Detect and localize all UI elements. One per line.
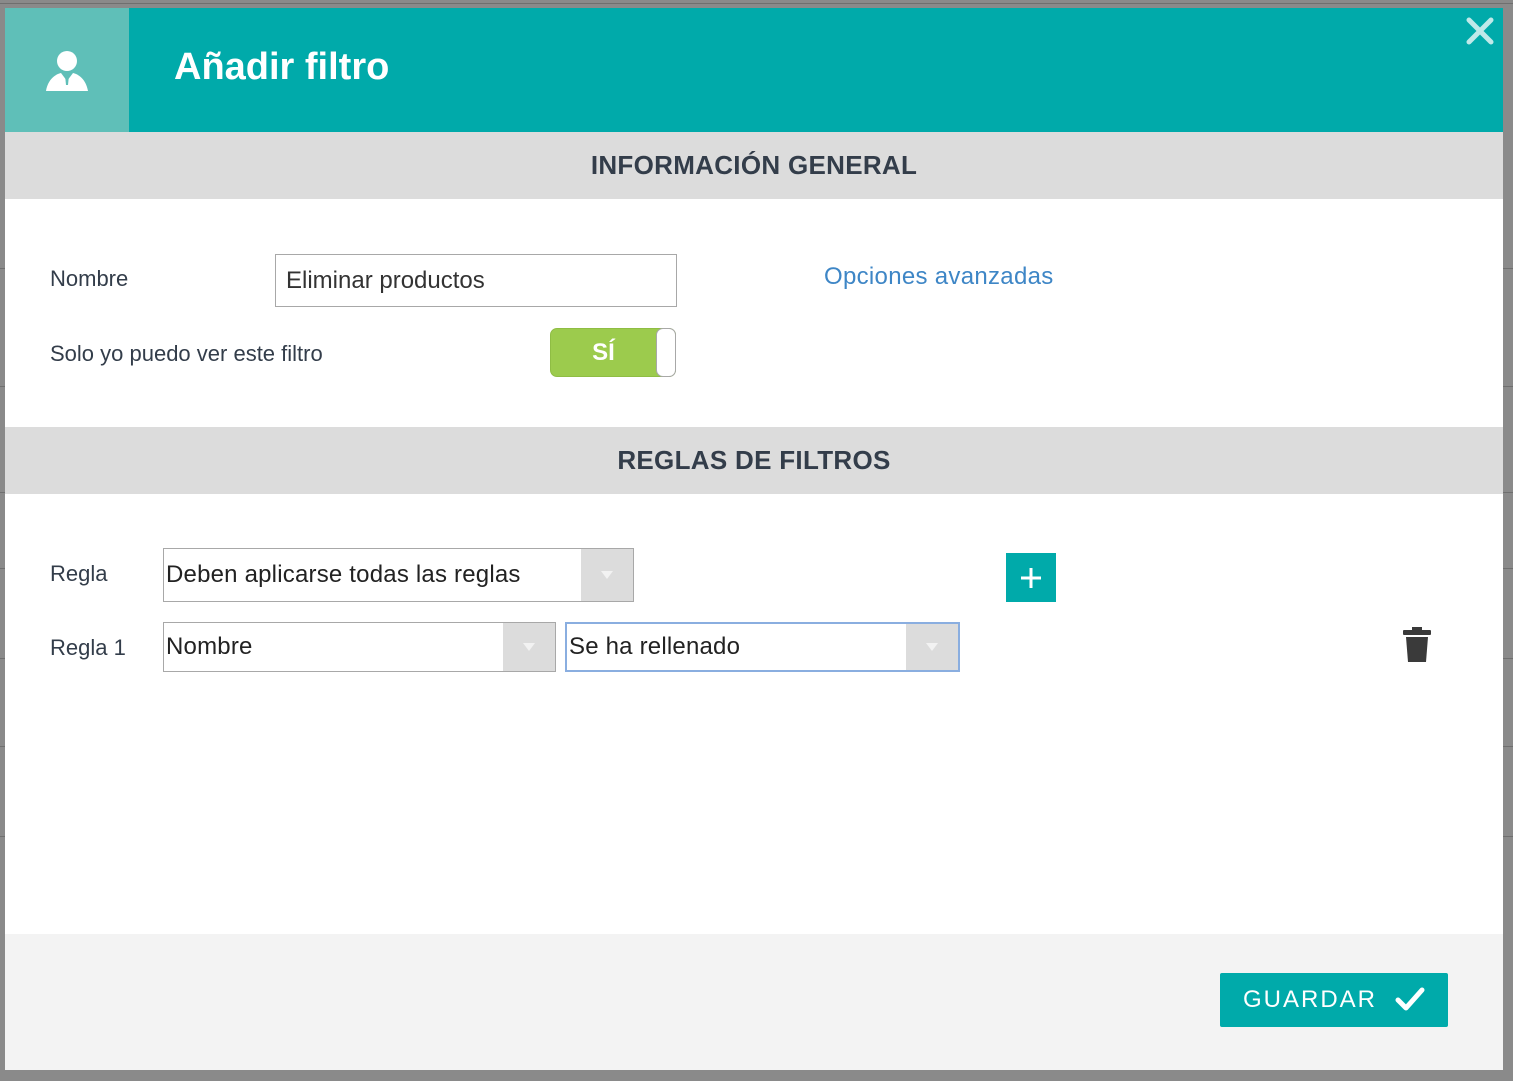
trash-icon[interactable] [1402, 627, 1432, 663]
rule-1-condition-value: Se ha rellenado [569, 633, 741, 660]
plus-icon [1021, 567, 1041, 588]
check-icon [1395, 987, 1425, 1011]
chevron-down-icon [581, 549, 633, 601]
rule-1-field-value: Nombre [166, 633, 253, 660]
dialog-header: Añadir filtro [5, 8, 1503, 132]
save-button[interactable]: GUARDAR [1220, 973, 1448, 1027]
filter-rules-section-title: REGLAS DE FILTROS [5, 427, 1503, 494]
rule-1-condition-select[interactable]: Se ha rellenado [565, 622, 960, 672]
rule-mode-value: Deben aplicarse todas las reglas [166, 561, 521, 588]
private-filter-label: Solo yo puedo ver este filtro [50, 341, 323, 366]
toggle-knob [656, 328, 676, 377]
chevron-down-icon [503, 623, 555, 671]
rule-mode-select[interactable]: Deben aplicarse todas las reglas [163, 548, 634, 602]
user-icon [5, 8, 129, 132]
name-label: Nombre [50, 266, 129, 291]
general-info-section-title: INFORMACIÓN GENERAL [5, 132, 1503, 199]
dialog-title: Añadir filtro [174, 46, 390, 88]
advanced-options-link[interactable]: Opciones avanzadas [824, 263, 1054, 291]
rule-1-field-select[interactable]: Nombre [163, 622, 556, 672]
rule-mode-label: Regla [50, 561, 108, 586]
name-input[interactable] [275, 254, 677, 307]
private-filter-toggle[interactable]: SÍ [550, 328, 676, 377]
add-rule-button[interactable] [1006, 553, 1056, 602]
rule-1-label: Regla 1 [50, 635, 126, 660]
chevron-down-icon [906, 624, 958, 670]
toggle-label: SÍ [592, 338, 615, 366]
save-button-label: GUARDAR [1242, 986, 1377, 1013]
close-icon[interactable] [1465, 16, 1495, 46]
add-filter-dialog: Añadir filtro INFORMACIÓN GENERAL Nombre… [5, 8, 1503, 1070]
